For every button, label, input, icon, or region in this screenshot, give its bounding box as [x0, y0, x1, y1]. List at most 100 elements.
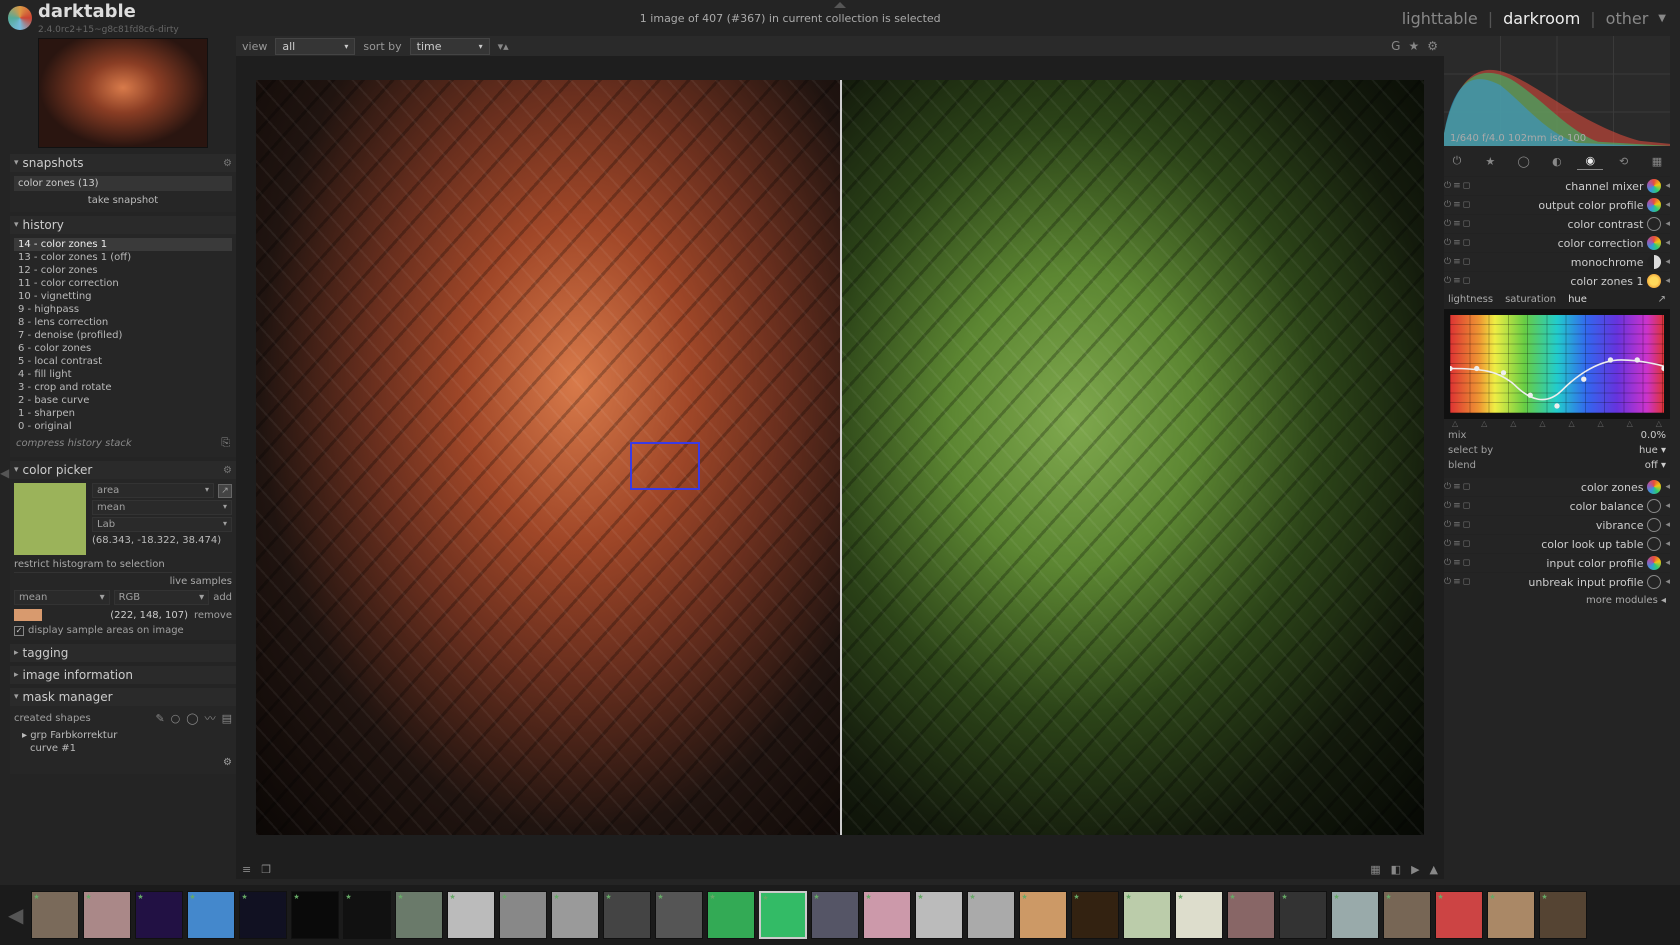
- overexposed-icon[interactable]: ◧: [1391, 863, 1401, 876]
- gear-icon[interactable]: ⚙: [1427, 39, 1438, 53]
- gamut-check-icon[interactable]: ▲: [1430, 863, 1438, 876]
- color-zones-graph[interactable]: [1444, 309, 1670, 419]
- history-item[interactable]: 13 - color zones 1 (off): [14, 251, 232, 264]
- filmstrip-thumbnail[interactable]: ★: [447, 891, 495, 939]
- restrict-histogram-label[interactable]: restrict histogram to selection: [14, 557, 232, 573]
- snapshot-item[interactable]: color zones (13): [14, 176, 232, 191]
- reset-icon[interactable]: ◻: [1463, 257, 1470, 267]
- filmstrip-thumbnail[interactable]: ★: [1435, 891, 1483, 939]
- tagging-header[interactable]: ▸ tagging: [10, 644, 236, 662]
- filmstrip-thumbnail[interactable]: ★: [1123, 891, 1171, 939]
- snapshots-header[interactable]: ▾ snapshots ⚙: [10, 154, 236, 172]
- compress-history-button[interactable]: compress history stack: [16, 438, 221, 449]
- picker-stat-select[interactable]: mean▾: [92, 500, 232, 515]
- filmstrip-thumbnail[interactable]: ★: [1019, 891, 1067, 939]
- history-item[interactable]: 4 - fill light: [14, 368, 232, 381]
- view-lighttable[interactable]: lighttable: [1402, 9, 1478, 28]
- power-icon[interactable]: ⏻: [1444, 181, 1451, 191]
- filmstrip-thumbnail[interactable]: ★: [1539, 891, 1587, 939]
- history-item[interactable]: 2 - base curve: [14, 394, 232, 407]
- history-item[interactable]: 11 - color correction: [14, 277, 232, 290]
- star-icon[interactable]: ★: [1408, 39, 1419, 53]
- module-row-vibrance[interactable]: ⏻≡◻vibrance◂: [1444, 515, 1670, 534]
- history-item[interactable]: 1 - sharpen: [14, 407, 232, 420]
- multi-instance-icon[interactable]: ≡: [1453, 276, 1461, 286]
- view-other[interactable]: other: [1606, 9, 1649, 28]
- sample-space-select[interactable]: RGB▾: [114, 590, 210, 605]
- multi-instance-icon[interactable]: ≡: [1453, 238, 1461, 248]
- sort-direction-button[interactable]: ▾▴: [498, 40, 509, 53]
- power-icon[interactable]: ⏻: [1444, 577, 1451, 587]
- gear-icon[interactable]: ⚙: [223, 465, 232, 476]
- reset-icon[interactable]: ◻: [1463, 558, 1470, 568]
- multi-instance-icon[interactable]: ≡: [1453, 539, 1461, 549]
- power-icon[interactable]: ⏻: [1444, 219, 1451, 229]
- module-row-input-color-profile[interactable]: ⏻≡◻input color profile◂: [1444, 553, 1670, 572]
- filmstrip-thumbnail[interactable]: ★: [603, 891, 651, 939]
- chevron-left-icon[interactable]: ◂: [1665, 219, 1670, 229]
- picker-icon[interactable]: ↗: [1658, 294, 1666, 305]
- history-item[interactable]: 10 - vignetting: [14, 290, 232, 303]
- take-snapshot-button[interactable]: take snapshot: [14, 193, 232, 208]
- module-row-color-balance[interactable]: ⏻≡◻color balance◂: [1444, 496, 1670, 515]
- reset-icon[interactable]: ◻: [1463, 200, 1470, 210]
- power-icon[interactable]: ⏻: [1444, 539, 1451, 549]
- collapse-top-icon[interactable]: [834, 2, 846, 8]
- chevron-left-icon[interactable]: ◂: [1665, 520, 1670, 530]
- group-icon[interactable]: G: [1391, 39, 1400, 53]
- module-group-basic-icon[interactable]: ◯: [1511, 152, 1537, 170]
- power-icon[interactable]: ⏻: [1444, 200, 1451, 210]
- chevron-left-icon[interactable]: ◂: [1665, 257, 1670, 267]
- history-header[interactable]: ▾ history: [10, 216, 236, 234]
- quick-access-icon[interactable]: ≡: [242, 863, 251, 876]
- more-modules-button[interactable]: more modules ◂: [1444, 591, 1670, 610]
- filmstrip-thumbnail[interactable]: ★: [291, 891, 339, 939]
- brush-icon[interactable]: ✎: [155, 712, 164, 725]
- module-group-color-icon[interactable]: ◉: [1577, 152, 1603, 170]
- module-row-channel-mixer[interactable]: ⏻≡◻channel mixer◂: [1444, 176, 1670, 195]
- filmstrip-thumbnail[interactable]: ★: [187, 891, 235, 939]
- multi-instance-icon[interactable]: ≡: [1453, 558, 1461, 568]
- chevron-left-icon[interactable]: ◂: [1665, 238, 1670, 248]
- multi-instance-icon[interactable]: ≡: [1453, 257, 1461, 267]
- history-item[interactable]: 5 - local contrast: [14, 355, 232, 368]
- power-icon[interactable]: ⏻: [1444, 558, 1451, 568]
- module-group-active-icon[interactable]: ⏻: [1444, 152, 1470, 170]
- image-information-header[interactable]: ▸ image information: [10, 666, 236, 684]
- blend-select[interactable]: off ▾: [1645, 460, 1666, 471]
- navigation-thumbnail[interactable]: [38, 38, 208, 148]
- module-group-favorites-icon[interactable]: ★: [1477, 152, 1503, 170]
- color-picker-region[interactable]: [630, 442, 700, 490]
- chevron-left-icon[interactable]: ◀: [4, 903, 27, 927]
- mask-group-item[interactable]: ▸ grp Farbkorrektur: [14, 729, 232, 742]
- filmstrip-thumbnail[interactable]: ★: [1175, 891, 1223, 939]
- mask-item[interactable]: curve #1: [14, 742, 232, 755]
- color-zones-tab-hue[interactable]: hue: [1568, 294, 1587, 305]
- chevron-left-icon[interactable]: ◂: [1665, 501, 1670, 511]
- filmstrip-thumbnail[interactable]: ★: [1227, 891, 1275, 939]
- filmstrip-thumbnail[interactable]: ★: [135, 891, 183, 939]
- mix-value[interactable]: 0.0%: [1641, 430, 1666, 441]
- filmstrip-thumbnail[interactable]: ★: [83, 891, 131, 939]
- filmstrip-thumbnail[interactable]: ★: [1071, 891, 1119, 939]
- chevron-left-icon[interactable]: ◂: [1665, 539, 1670, 549]
- filmstrip-thumbnail[interactable]: ★: [967, 891, 1015, 939]
- multi-instance-icon[interactable]: ≡: [1453, 181, 1461, 191]
- filmstrip-thumbnail[interactable]: ★: [31, 891, 79, 939]
- filmstrip-thumbnail[interactable]: ★: [759, 891, 807, 939]
- color-picker-header[interactable]: ▾ color picker ⚙: [10, 461, 236, 479]
- chevron-left-icon[interactable]: ◂: [1665, 181, 1670, 191]
- multi-instance-icon[interactable]: ≡: [1453, 577, 1461, 587]
- multi-instance-icon[interactable]: ≡: [1453, 482, 1461, 492]
- gradient-icon[interactable]: ▤: [222, 712, 232, 725]
- power-icon[interactable]: ⏻: [1444, 257, 1451, 267]
- reset-icon[interactable]: ◻: [1463, 238, 1470, 248]
- filmstrip-thumbnail[interactable]: ★: [239, 891, 287, 939]
- filmstrip-thumbnail[interactable]: ★: [655, 891, 703, 939]
- snapshot-split-line[interactable]: [840, 80, 842, 835]
- picker-mode-select[interactable]: area▾: [92, 483, 214, 498]
- filmstrip-thumbnail[interactable]: ★: [1487, 891, 1535, 939]
- image-canvas[interactable]: [256, 80, 1424, 835]
- reset-icon[interactable]: ◻: [1463, 219, 1470, 229]
- multi-instance-icon[interactable]: ≡: [1453, 200, 1461, 210]
